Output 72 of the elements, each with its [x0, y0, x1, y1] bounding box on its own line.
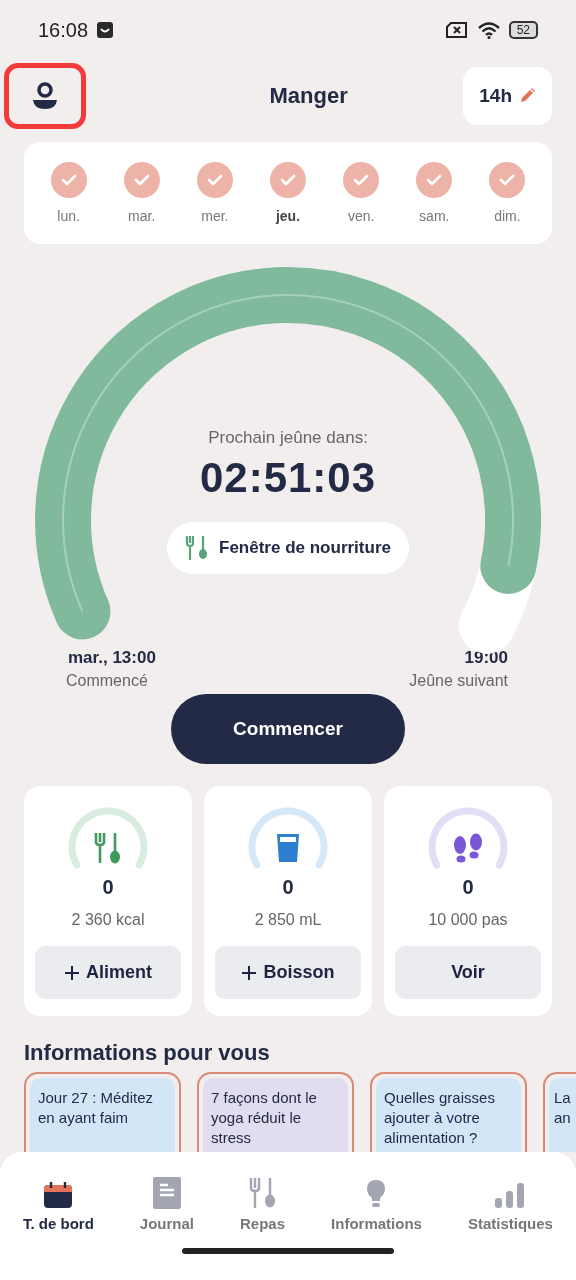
check-icon — [60, 173, 77, 187]
status-time: 16:08 — [38, 18, 89, 42]
tracker-value: 0 — [102, 876, 114, 899]
screen-title: Manger — [269, 83, 348, 109]
article-title: La an — [554, 1088, 572, 1128]
tracker-button[interactable]: Aliment — [35, 946, 181, 999]
day-check[interactable] — [416, 162, 453, 198]
day-label: lun. — [57, 208, 80, 224]
day-label: mer. — [201, 208, 229, 224]
no-sim-icon — [444, 21, 469, 39]
check-icon — [353, 173, 370, 187]
check-icon — [206, 173, 223, 187]
article-title: 7 façons dont le yoga réduit le stress — [211, 1088, 318, 1148]
chip-label: Fenêtre de nourriture — [219, 538, 391, 558]
tracker-button[interactable]: Boisson — [215, 946, 361, 999]
check-icon — [499, 173, 516, 187]
plus-icon — [241, 964, 258, 981]
document-icon — [152, 1177, 181, 1209]
check-icon — [426, 173, 443, 187]
article-card[interactable]: Quelles graisses ajouter à votre alimentation ? — [370, 1072, 527, 1152]
tracker-value: 0 — [282, 876, 294, 899]
lightbulb-icon — [366, 1179, 387, 1209]
profile-icon — [30, 81, 60, 111]
fork-spoon-icon — [248, 1177, 277, 1209]
article-title: Quelles graisses ajouter à votre alimentation ? — [384, 1088, 496, 1148]
start-button[interactable]: Commencer — [171, 694, 405, 764]
nav-tab[interactable]: Statistiques — [467, 1166, 553, 1232]
day-check[interactable] — [270, 162, 306, 198]
tracker-goal: 2 850 mL — [254, 911, 322, 929]
start-time: mar., 13:00 — [68, 648, 156, 668]
tracker-value: 0 — [462, 876, 474, 899]
pencil-icon — [518, 87, 536, 105]
section-title: Informations pour vous — [24, 1040, 271, 1066]
day-label: mar. — [128, 208, 156, 224]
calendar-icon — [43, 1181, 74, 1209]
end-time: 19:00 — [464, 648, 508, 668]
countdown-caption: Prochain jeûne dans: — [208, 428, 368, 448]
fork-spoon-icon — [185, 535, 210, 561]
article-card[interactable]: 7 façons dont le yoga réduit le stress — [197, 1072, 354, 1152]
nav-tab[interactable]: Informations — [331, 1166, 422, 1232]
start-label: Commencé — [66, 672, 149, 690]
check-icon — [280, 173, 296, 187]
article-title: Jour 27 : Méditez en ayant faim — [38, 1088, 155, 1128]
plus-icon — [64, 964, 80, 981]
tracker-button[interactable]: Voir — [395, 946, 541, 999]
article-card[interactable]: Jour 27 : Méditez en ayant faim — [24, 1072, 181, 1152]
day-check[interactable] — [196, 162, 233, 198]
day-label: ven. — [347, 208, 375, 224]
tracker-goal: 10 000 pas — [428, 911, 508, 929]
day-label: sam. — [419, 208, 450, 224]
glass-icon — [276, 833, 300, 863]
nav-tab[interactable]: Journal — [139, 1166, 195, 1232]
day-label: jeu. — [275, 208, 301, 224]
fork-spoon-icon — [93, 831, 123, 865]
day-check[interactable] — [489, 162, 526, 198]
wifi-icon — [476, 21, 501, 39]
bar-chart-icon — [495, 1183, 526, 1209]
notification-icon — [96, 21, 115, 39]
nav-tab[interactable]: T. de bord — [23, 1166, 94, 1232]
article-card[interactable]: La an — [543, 1072, 576, 1152]
profile-button[interactable] — [4, 63, 86, 129]
battery-indicator: 52 — [508, 21, 538, 39]
countdown: 02:51:03 — [199, 454, 377, 502]
day-label: dim. — [494, 208, 521, 224]
day-check[interactable] — [343, 162, 380, 198]
day-check[interactable] — [50, 162, 87, 198]
end-label: Jeûne suivant — [409, 672, 508, 690]
day-check[interactable] — [123, 162, 160, 198]
fasting-goal-button[interactable]: 14h — [463, 67, 552, 125]
tracker-goal: 2 360 kcal — [71, 911, 145, 929]
nav-tab[interactable]: Repas — [240, 1166, 286, 1232]
check-icon — [133, 173, 150, 187]
